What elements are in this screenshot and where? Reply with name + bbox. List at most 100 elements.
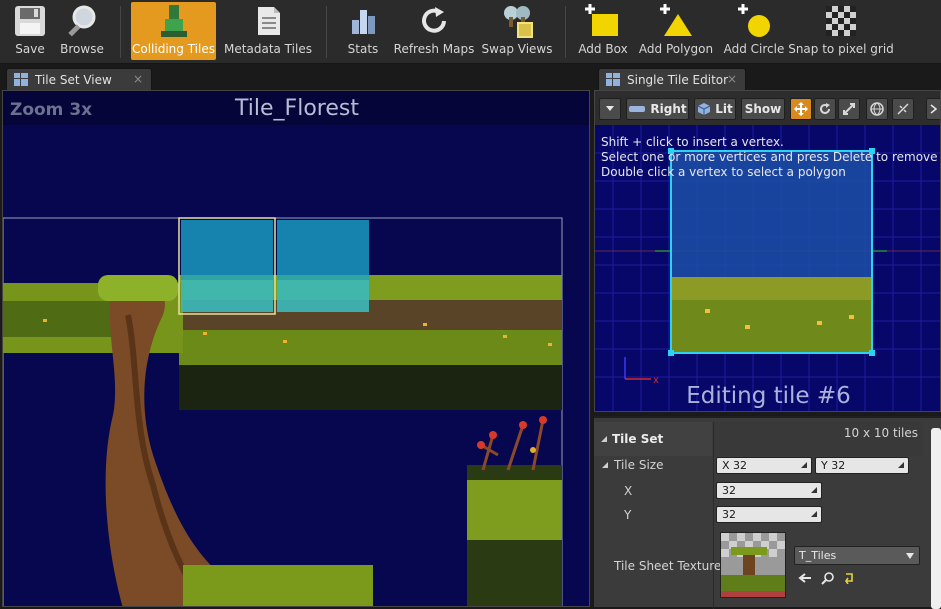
browse-button[interactable]: Browse (58, 2, 106, 60)
world-local-toggle[interactable] (866, 98, 888, 120)
category-title: Tile Set (612, 432, 664, 446)
toolbar-separator (120, 6, 121, 58)
tile-set-title: Tile_Florest (235, 96, 359, 121)
add-circle-button[interactable]: Add Circle (724, 2, 784, 60)
editing-tile-label: Editing tile #6 (686, 383, 851, 409)
use-selected-asset-icon[interactable] (798, 572, 812, 584)
details-panel: Tile Set 10 x 10 tiles Tile Size X 32 Y … (594, 416, 941, 609)
colliding-tiles-button[interactable]: Colliding Tiles (131, 2, 216, 60)
category-summary: 10 x 10 tiles (714, 422, 922, 456)
browse-asset-icon[interactable] (821, 571, 835, 585)
toolbar-overflow-button[interactable] (926, 98, 940, 120)
drag-handle-icon (811, 487, 817, 493)
refresh-icon (414, 2, 454, 40)
hint-line: Select one or more vertices and press De… (601, 150, 941, 164)
add-box-button[interactable]: Add Box (578, 2, 628, 60)
chevron-down-icon (906, 553, 914, 559)
viewport-toolbar: Right Lit Show (595, 91, 940, 125)
tile-size-x-field[interactable]: X 32 (716, 457, 812, 474)
rotate-icon (820, 103, 830, 114)
single-tile-editor-panel: Right Lit Show x Shift + click to insert… (594, 90, 941, 412)
translate-tool-button[interactable] (790, 98, 812, 120)
vertex-handle (869, 350, 875, 356)
bottom-grass (183, 565, 373, 606)
close-icon[interactable]: × (133, 72, 143, 86)
left-ledge-shade (3, 301, 123, 337)
view-mode-button[interactable]: Right (626, 98, 689, 120)
bar-chart-icon (343, 2, 383, 40)
tab-label: Tile Set View (35, 72, 112, 87)
editor-hint-text: Shift + click to insert a vertex. Select… (601, 135, 941, 180)
details-scrollbar[interactable] (931, 428, 941, 609)
snap-icon (897, 103, 909, 115)
viewport-menu-button[interactable] (599, 98, 621, 120)
tile-size-label: Tile Size (614, 458, 664, 472)
stats-button[interactable]: Stats (340, 2, 386, 60)
tab-single-tile-editor[interactable]: Single Tile Editor × (598, 68, 746, 90)
vertex-handle (668, 350, 674, 356)
tile-7-grass-overlay (277, 280, 369, 312)
trunk-top-grass (98, 275, 178, 301)
surface-snap-button[interactable] (892, 98, 914, 120)
platform-shadow (179, 365, 562, 410)
close-icon[interactable]: × (727, 72, 737, 86)
refresh-maps-button[interactable]: Refresh Maps (394, 2, 474, 60)
y-label: Y (624, 508, 632, 522)
texture-thumbnail[interactable] (720, 532, 786, 598)
swap-views-button[interactable]: Swap Views (482, 2, 552, 60)
orthographic-icon (629, 106, 646, 112)
grid-icon (606, 73, 620, 86)
tile-sheet-texture-label: Tile Sheet Texture (614, 559, 722, 573)
chevron-right-icon (930, 104, 938, 114)
move-icon (794, 102, 808, 116)
y-value-field[interactable]: 32 (716, 506, 822, 523)
texture-preview (721, 533, 785, 597)
tile-editor-viewport[interactable]: x Shift + click to insert a vertex. Sele… (595, 125, 941, 411)
add-box-icon (583, 2, 623, 40)
toolbar-separator (565, 6, 566, 58)
save-icon (10, 2, 50, 40)
x-value-field[interactable]: 32 (716, 482, 822, 499)
rotate-tool-button[interactable] (814, 98, 836, 120)
toolbar-separator (326, 6, 327, 58)
cube-icon (698, 103, 711, 115)
magnifier-icon (62, 2, 102, 40)
drag-handle-icon (801, 462, 807, 468)
tab-tile-set-view[interactable]: Tile Set View × (6, 68, 152, 90)
add-polygon-icon (656, 2, 696, 40)
tile-size-y-field[interactable]: Y 32 (815, 457, 909, 474)
drag-handle-icon (811, 511, 817, 517)
hint-line: Shift + click to insert a vertex. (601, 135, 784, 149)
save-button[interactable]: Save (8, 2, 52, 60)
tile-sheet-canvas[interactable] (3, 125, 590, 607)
add-polygon-button[interactable]: Add Polygon (639, 2, 713, 60)
metadata-tiles-button[interactable]: Metadata Tiles (224, 2, 312, 60)
tile-6-grass-overlay (181, 280, 273, 312)
reset-to-default-icon[interactable] (843, 572, 855, 584)
collapse-arrow-icon[interactable] (601, 461, 609, 469)
show-flags-button[interactable]: Show (741, 98, 785, 120)
scale-icon (843, 103, 855, 115)
chevron-down-icon (606, 106, 614, 111)
hint-line: Double click a vertex to select a polygo… (601, 165, 846, 179)
editor-toolbar: Save Browse Colliding Tiles Metadata Til… (0, 0, 941, 64)
swap-views-icon (497, 2, 537, 40)
x-label: X (624, 484, 633, 498)
drag-handle-icon (898, 462, 904, 468)
document-icon (248, 2, 288, 40)
checkerboard-icon (821, 2, 861, 40)
snap-to-pixel-grid-button[interactable]: Snap to pixel grid (788, 2, 894, 60)
colliding-tiles-icon (154, 2, 194, 40)
tab-label: Single Tile Editor (627, 72, 729, 87)
column-divider (713, 422, 714, 609)
globe-icon (870, 102, 884, 116)
right-bush-grass (467, 480, 562, 540)
add-circle-icon (734, 2, 774, 40)
viewport-header: Zoom 3x Tile_Florest (3, 91, 589, 125)
texture-asset-dropdown[interactable]: T_Tiles (794, 546, 920, 565)
tile-set-viewport[interactable]: Zoom 3x Tile_Florest (2, 90, 590, 607)
lighting-mode-button[interactable]: Lit (694, 98, 736, 120)
collapse-arrow-icon (601, 436, 607, 442)
scale-tool-button[interactable] (838, 98, 860, 120)
category-header[interactable]: Tile Set (594, 422, 712, 456)
